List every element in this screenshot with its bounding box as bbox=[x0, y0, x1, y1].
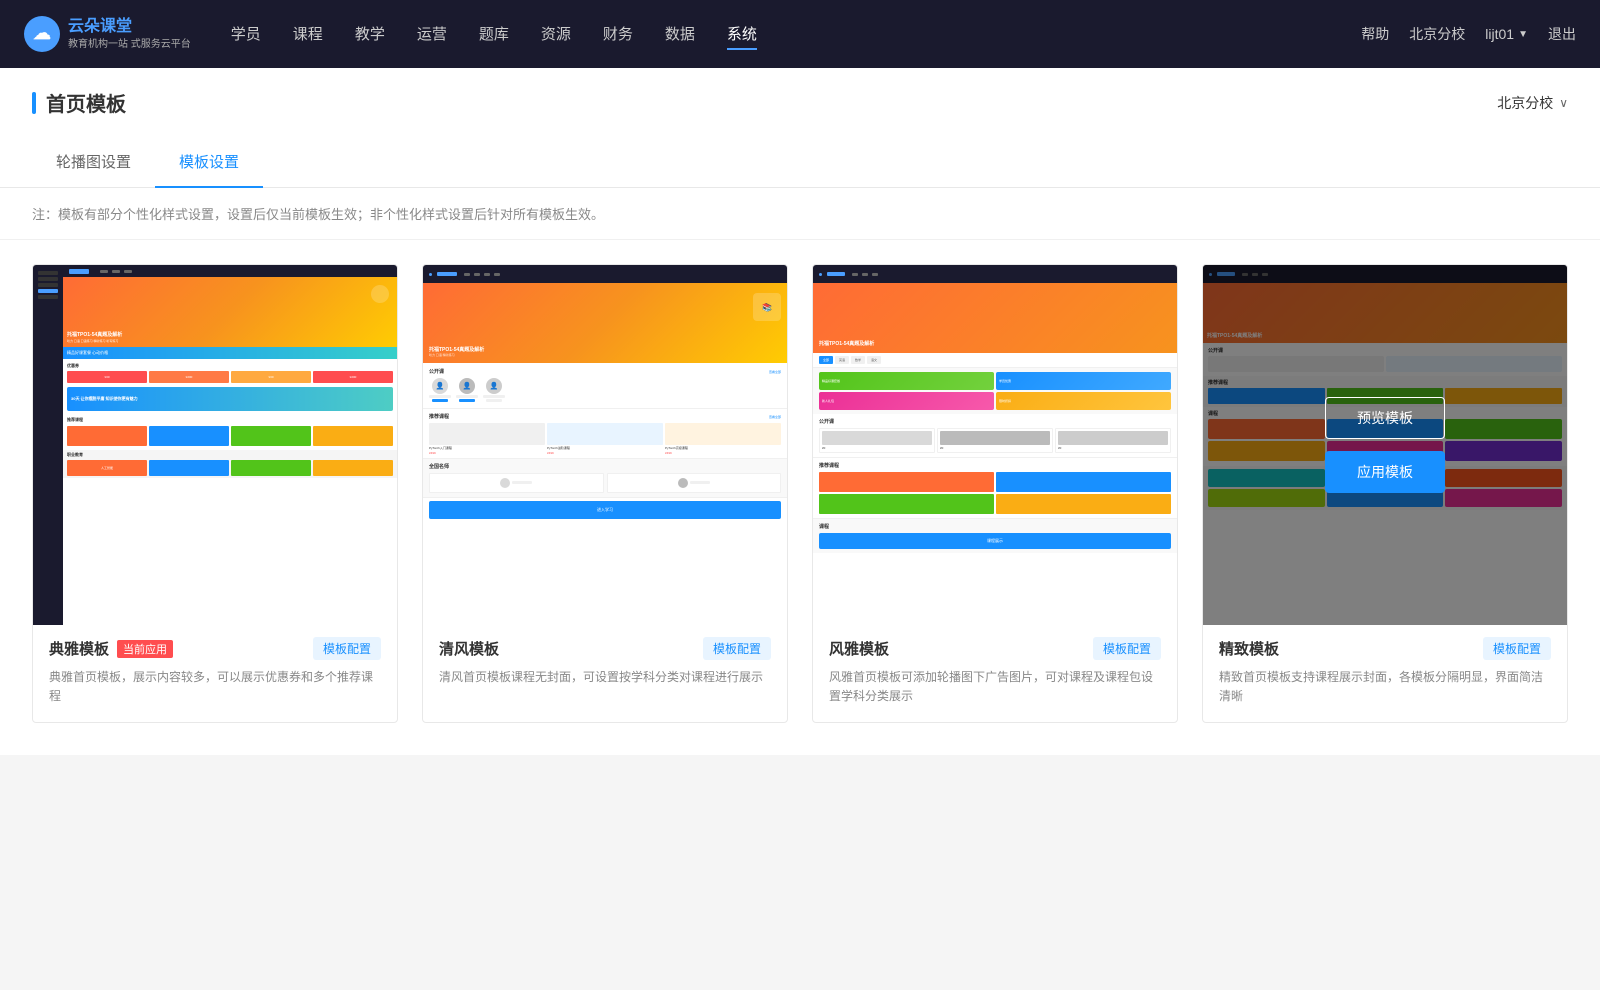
template-info-dianYa: 典雅模板 当前应用 模板配置 典雅首页模板，展示内容较多，可以展示优惠券和多个推… bbox=[33, 625, 397, 722]
template-desc-jingZhi: 精致首页模板支持课程展示封面，各模板分隔明显，界面简洁清晰 bbox=[1219, 668, 1551, 706]
logo-text: 云朵课堂 教育机构一站 式服务云平台 bbox=[68, 16, 191, 52]
navbar-right: 帮助 北京分校 lijt01 ▼ 退出 bbox=[1361, 24, 1576, 44]
main-nav: 学员 课程 教学 运营 题库 资源 财务 数据 系统 bbox=[231, 19, 1362, 50]
template-name-dianYa: 典雅模板 bbox=[49, 638, 109, 659]
templates-grid: 托福TPO1-54真题及解析 听力 口语 口语练习 精听练习 听写练习 精品好课… bbox=[32, 264, 1568, 723]
nav-ziyuan[interactable]: 资源 bbox=[541, 19, 571, 50]
page-title: 首页模板 bbox=[46, 88, 126, 117]
notice-text: 注：模板有部分个性化样式设置，设置后仅当前模板生效；非个性化样式设置后针对所有模… bbox=[32, 207, 604, 222]
nav-xueyuan[interactable]: 学员 bbox=[231, 19, 261, 50]
template-name-row-fengYa: 风雅模板 模板配置 bbox=[829, 637, 1161, 660]
nav-kecheng[interactable]: 课程 bbox=[293, 19, 323, 50]
badge-current-dianYa: 当前应用 bbox=[117, 640, 173, 658]
template-card-dianYa: 托福TPO1-54真题及解析 听力 口语 口语练习 精听练习 听写练习 精品好课… bbox=[32, 264, 398, 723]
template-card-jingZhi: 托福TPO1-54真题及解析 公开课 推荐课程 bbox=[1202, 264, 1568, 723]
template-name-row-qingFeng: 清风模板 模板配置 bbox=[439, 637, 771, 660]
school-link[interactable]: 北京分校 bbox=[1409, 24, 1465, 44]
nav-tiku[interactable]: 题库 bbox=[479, 19, 509, 50]
logo-icon: ☁ bbox=[24, 16, 60, 52]
school-selector[interactable]: 北京分校 ∨ bbox=[1497, 93, 1568, 113]
template-name-jingZhi: 精致模板 bbox=[1219, 638, 1279, 659]
notice: 注：模板有部分个性化样式设置，设置后仅当前模板生效；非个性化样式设置后针对所有模… bbox=[0, 188, 1600, 240]
template-desc-dianYa: 典雅首页模板，展示内容较多，可以展示优惠券和多个推荐课程 bbox=[49, 668, 381, 706]
apply-btn-jingZhi[interactable]: 应用模板 bbox=[1325, 451, 1445, 493]
user-dropdown[interactable]: lijt01 ▼ bbox=[1485, 26, 1528, 42]
tab-moban[interactable]: 模板设置 bbox=[155, 137, 263, 188]
template-desc-qingFeng: 清风首页模板课程无封面，可设置按学科分类对课程进行展示 bbox=[439, 668, 771, 687]
config-btn-fengYa[interactable]: 模板配置 bbox=[1093, 637, 1161, 660]
template-card-qingFeng: 托福TPO1-54真题及解析 听力 口语 精听练习 📚 公开课 查看全部 bbox=[422, 264, 788, 723]
template-overlay-jingZhi: 预览模板 应用模板 bbox=[1203, 265, 1567, 625]
templates-section: 托福TPO1-54真题及解析 听力 口语 口语练习 精听练习 听写练习 精品好课… bbox=[0, 240, 1600, 755]
template-info-qingFeng: 清风模板 模板配置 清风首页模板课程无封面，可设置按学科分类对课程进行展示 bbox=[423, 625, 787, 703]
nav-xitong[interactable]: 系统 bbox=[727, 19, 757, 50]
template-name-fengYa: 风雅模板 bbox=[829, 638, 889, 659]
template-preview-dianYa: 托福TPO1-54真题及解析 听力 口语 口语练习 精听练习 听写练习 精品好课… bbox=[33, 265, 397, 625]
page-title-container: 首页模板 bbox=[32, 88, 126, 117]
template-desc-fengYa: 风雅首页模板可添加轮播图下广告图片，可对课程及课程包设置学科分类展示 bbox=[829, 668, 1161, 706]
help-link[interactable]: 帮助 bbox=[1361, 24, 1389, 44]
preview-btn-jingZhi[interactable]: 预览模板 bbox=[1325, 397, 1445, 439]
nav-jiaoxue[interactable]: 教学 bbox=[355, 19, 385, 50]
nav-yunying[interactable]: 运营 bbox=[417, 19, 447, 50]
template-preview-fengYa: 托福TPO1-54真题及解析 全部 英语 数学 语文 精品好课套餐 学员优惠 bbox=[813, 265, 1177, 625]
school-selector-arrow: ∨ bbox=[1559, 96, 1568, 110]
page-header: 首页模板 北京分校 ∨ bbox=[0, 68, 1600, 137]
template-info-jingZhi: 精致模板 模板配置 精致首页模板支持课程展示封面，各模板分隔明显，界面简洁清晰 bbox=[1203, 625, 1567, 722]
page-title-bar bbox=[32, 92, 36, 114]
user-dropdown-arrow: ▼ bbox=[1518, 29, 1528, 40]
template-preview-qingFeng: 托福TPO1-54真题及解析 听力 口语 精听练习 📚 公开课 查看全部 bbox=[423, 265, 787, 625]
config-btn-dianYa[interactable]: 模板配置 bbox=[313, 637, 381, 660]
navbar: ☁ 云朵课堂 教育机构一站 式服务云平台 学员 课程 教学 运营 题库 资源 财… bbox=[0, 0, 1600, 68]
config-btn-qingFeng[interactable]: 模板配置 bbox=[703, 637, 771, 660]
nav-caiwu[interactable]: 财务 bbox=[603, 19, 633, 50]
logo[interactable]: ☁ 云朵课堂 教育机构一站 式服务云平台 bbox=[24, 16, 191, 52]
template-info-fengYa: 风雅模板 模板配置 风雅首页模板可添加轮播图下广告图片，可对课程及课程包设置学科… bbox=[813, 625, 1177, 722]
tab-lunbotu[interactable]: 轮播图设置 bbox=[32, 137, 155, 188]
template-name-qingFeng: 清风模板 bbox=[439, 638, 499, 659]
template-name-row-dianYa: 典雅模板 当前应用 模板配置 bbox=[49, 637, 381, 660]
template-name-row-jingZhi: 精致模板 模板配置 bbox=[1219, 637, 1551, 660]
template-card-fengYa: 托福TPO1-54真题及解析 全部 英语 数学 语文 精品好课套餐 学员优惠 bbox=[812, 264, 1178, 723]
school-name: 北京分校 bbox=[1497, 93, 1553, 113]
tabs: 轮播图设置 模板设置 bbox=[32, 137, 1568, 187]
logout-link[interactable]: 退出 bbox=[1548, 24, 1576, 44]
nav-shuju[interactable]: 数据 bbox=[665, 19, 695, 50]
config-btn-jingZhi[interactable]: 模板配置 bbox=[1483, 637, 1551, 660]
template-preview-jingZhi[interactable]: 托福TPO1-54真题及解析 公开课 推荐课程 bbox=[1203, 265, 1567, 625]
tabs-container: 轮播图设置 模板设置 bbox=[0, 137, 1600, 188]
